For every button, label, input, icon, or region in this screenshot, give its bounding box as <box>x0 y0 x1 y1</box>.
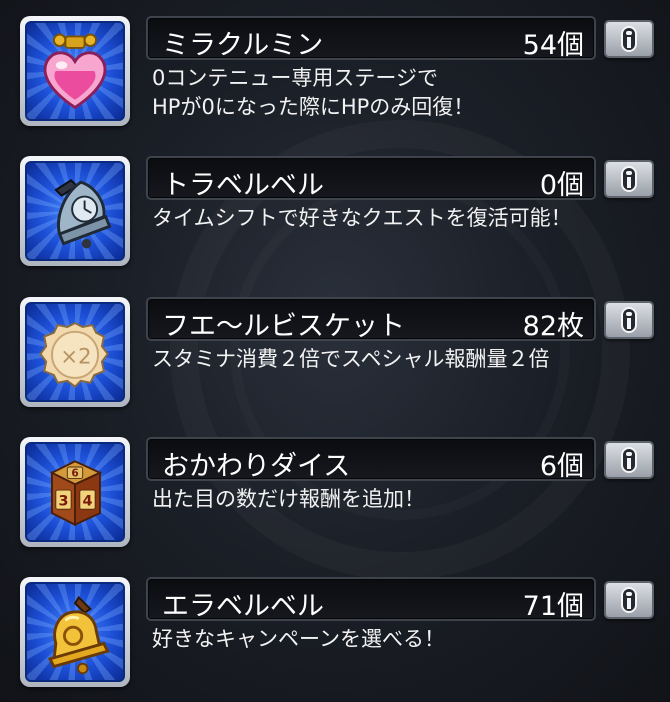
info-icon <box>621 307 637 333</box>
item-row-fueru-biscuit[interactable]: ×2 フエ〜ルビスケット 82枚 スタミナ消費２倍でスペシャル報酬量２倍 <box>0 297 670 427</box>
item-list-screen: ミラクルミン 54個 0コンテニュー専用ステージで HPが0になった際にHPのみ… <box>0 0 670 702</box>
item-row-erabellbell[interactable]: エラベルベル 71個 好きなキャンペーンを選べる！ <box>0 577 670 702</box>
info-button[interactable] <box>604 301 654 339</box>
info-icon <box>621 166 637 192</box>
item-description: スタミナ消費２倍でスペシャル報酬量２倍 <box>152 345 550 374</box>
info-button[interactable] <box>604 160 654 198</box>
item-description-line: スタミナ消費２倍でスペシャル報酬量２倍 <box>152 347 550 371</box>
golden-bell-icon <box>47 595 110 675</box>
item-name-bar: エラベルベル 71個 <box>146 577 596 622</box>
biscuit-icon: ×2 <box>39 322 109 388</box>
item-count: 54個 <box>522 30 584 61</box>
item-icon-frame[interactable] <box>20 577 130 687</box>
item-name-bar: トラベルベル 0個 <box>146 156 596 201</box>
item-count: 6個 <box>539 451 584 482</box>
item-description-line: HPが0になった際にHPのみ回復！ <box>152 95 475 119</box>
info-button[interactable] <box>604 20 654 58</box>
item-name-bar: フエ〜ルビスケット 82枚 <box>146 297 596 342</box>
svg-text:6: 6 <box>71 468 78 480</box>
item-description: 出た目の数だけ報酬を追加！ <box>152 485 425 514</box>
item-description-line: 出た目の数だけ報酬を追加！ <box>152 487 425 511</box>
item-row-travelbell[interactable]: トラベルベル 0個 タイムシフトで好きなクエストを復活可能！ <box>0 156 670 286</box>
item-count: 82枚 <box>522 311 584 342</box>
item-icon-frame[interactable] <box>20 156 130 266</box>
svg-text:4: 4 <box>82 493 92 509</box>
item-name: おかわりダイス <box>162 451 351 482</box>
item-icon-frame[interactable] <box>20 16 130 126</box>
item-icon-frame[interactable]: ×2 <box>20 297 130 407</box>
heart-potion-icon <box>43 33 107 110</box>
item-name: ミラクルミン <box>162 30 324 61</box>
item-description: 0コンテニュー専用ステージで HPが0になった際にHPのみ回復！ <box>152 64 474 122</box>
item-row-okawari-dice[interactable]: 6 3 4 おかわりダイス 6個 出た目の数だけ報酬を追加！ <box>0 437 670 567</box>
time-bell-icon <box>54 179 112 249</box>
info-icon <box>621 587 637 613</box>
svg-text:3: 3 <box>58 493 68 509</box>
item-row-miraclemin[interactable]: ミラクルミン 54個 0コンテニュー専用ステージで HPが0になった際にHPのみ… <box>0 16 670 146</box>
item-icon-frame[interactable]: 6 3 4 <box>20 437 130 547</box>
dice-icon: 6 3 4 <box>49 460 103 527</box>
item-description: タイムシフトで好きなクエストを復活可能！ <box>152 204 572 233</box>
item-description-line: 好きなキャンペーンを選べる！ <box>152 627 445 651</box>
item-name-bar: ミラクルミン 54個 <box>146 16 596 61</box>
item-name: エラベルベル <box>162 591 324 622</box>
info-button[interactable] <box>604 581 654 619</box>
item-count: 0個 <box>539 170 584 201</box>
info-button[interactable] <box>604 441 654 479</box>
item-description-line: 0コンテニュー専用ステージで <box>152 66 438 90</box>
svg-text:×2: ×2 <box>60 344 91 369</box>
item-description: 好きなキャンペーンを選べる！ <box>152 625 445 654</box>
info-icon <box>621 26 637 52</box>
item-name: トラベルベル <box>162 170 324 201</box>
item-name-bar: おかわりダイス 6個 <box>146 437 596 482</box>
item-count: 71個 <box>522 591 584 622</box>
item-name: フエ〜ルビスケット <box>162 311 405 342</box>
info-icon <box>621 447 637 473</box>
item-description-line: タイムシフトで好きなクエストを復活可能！ <box>152 206 572 230</box>
